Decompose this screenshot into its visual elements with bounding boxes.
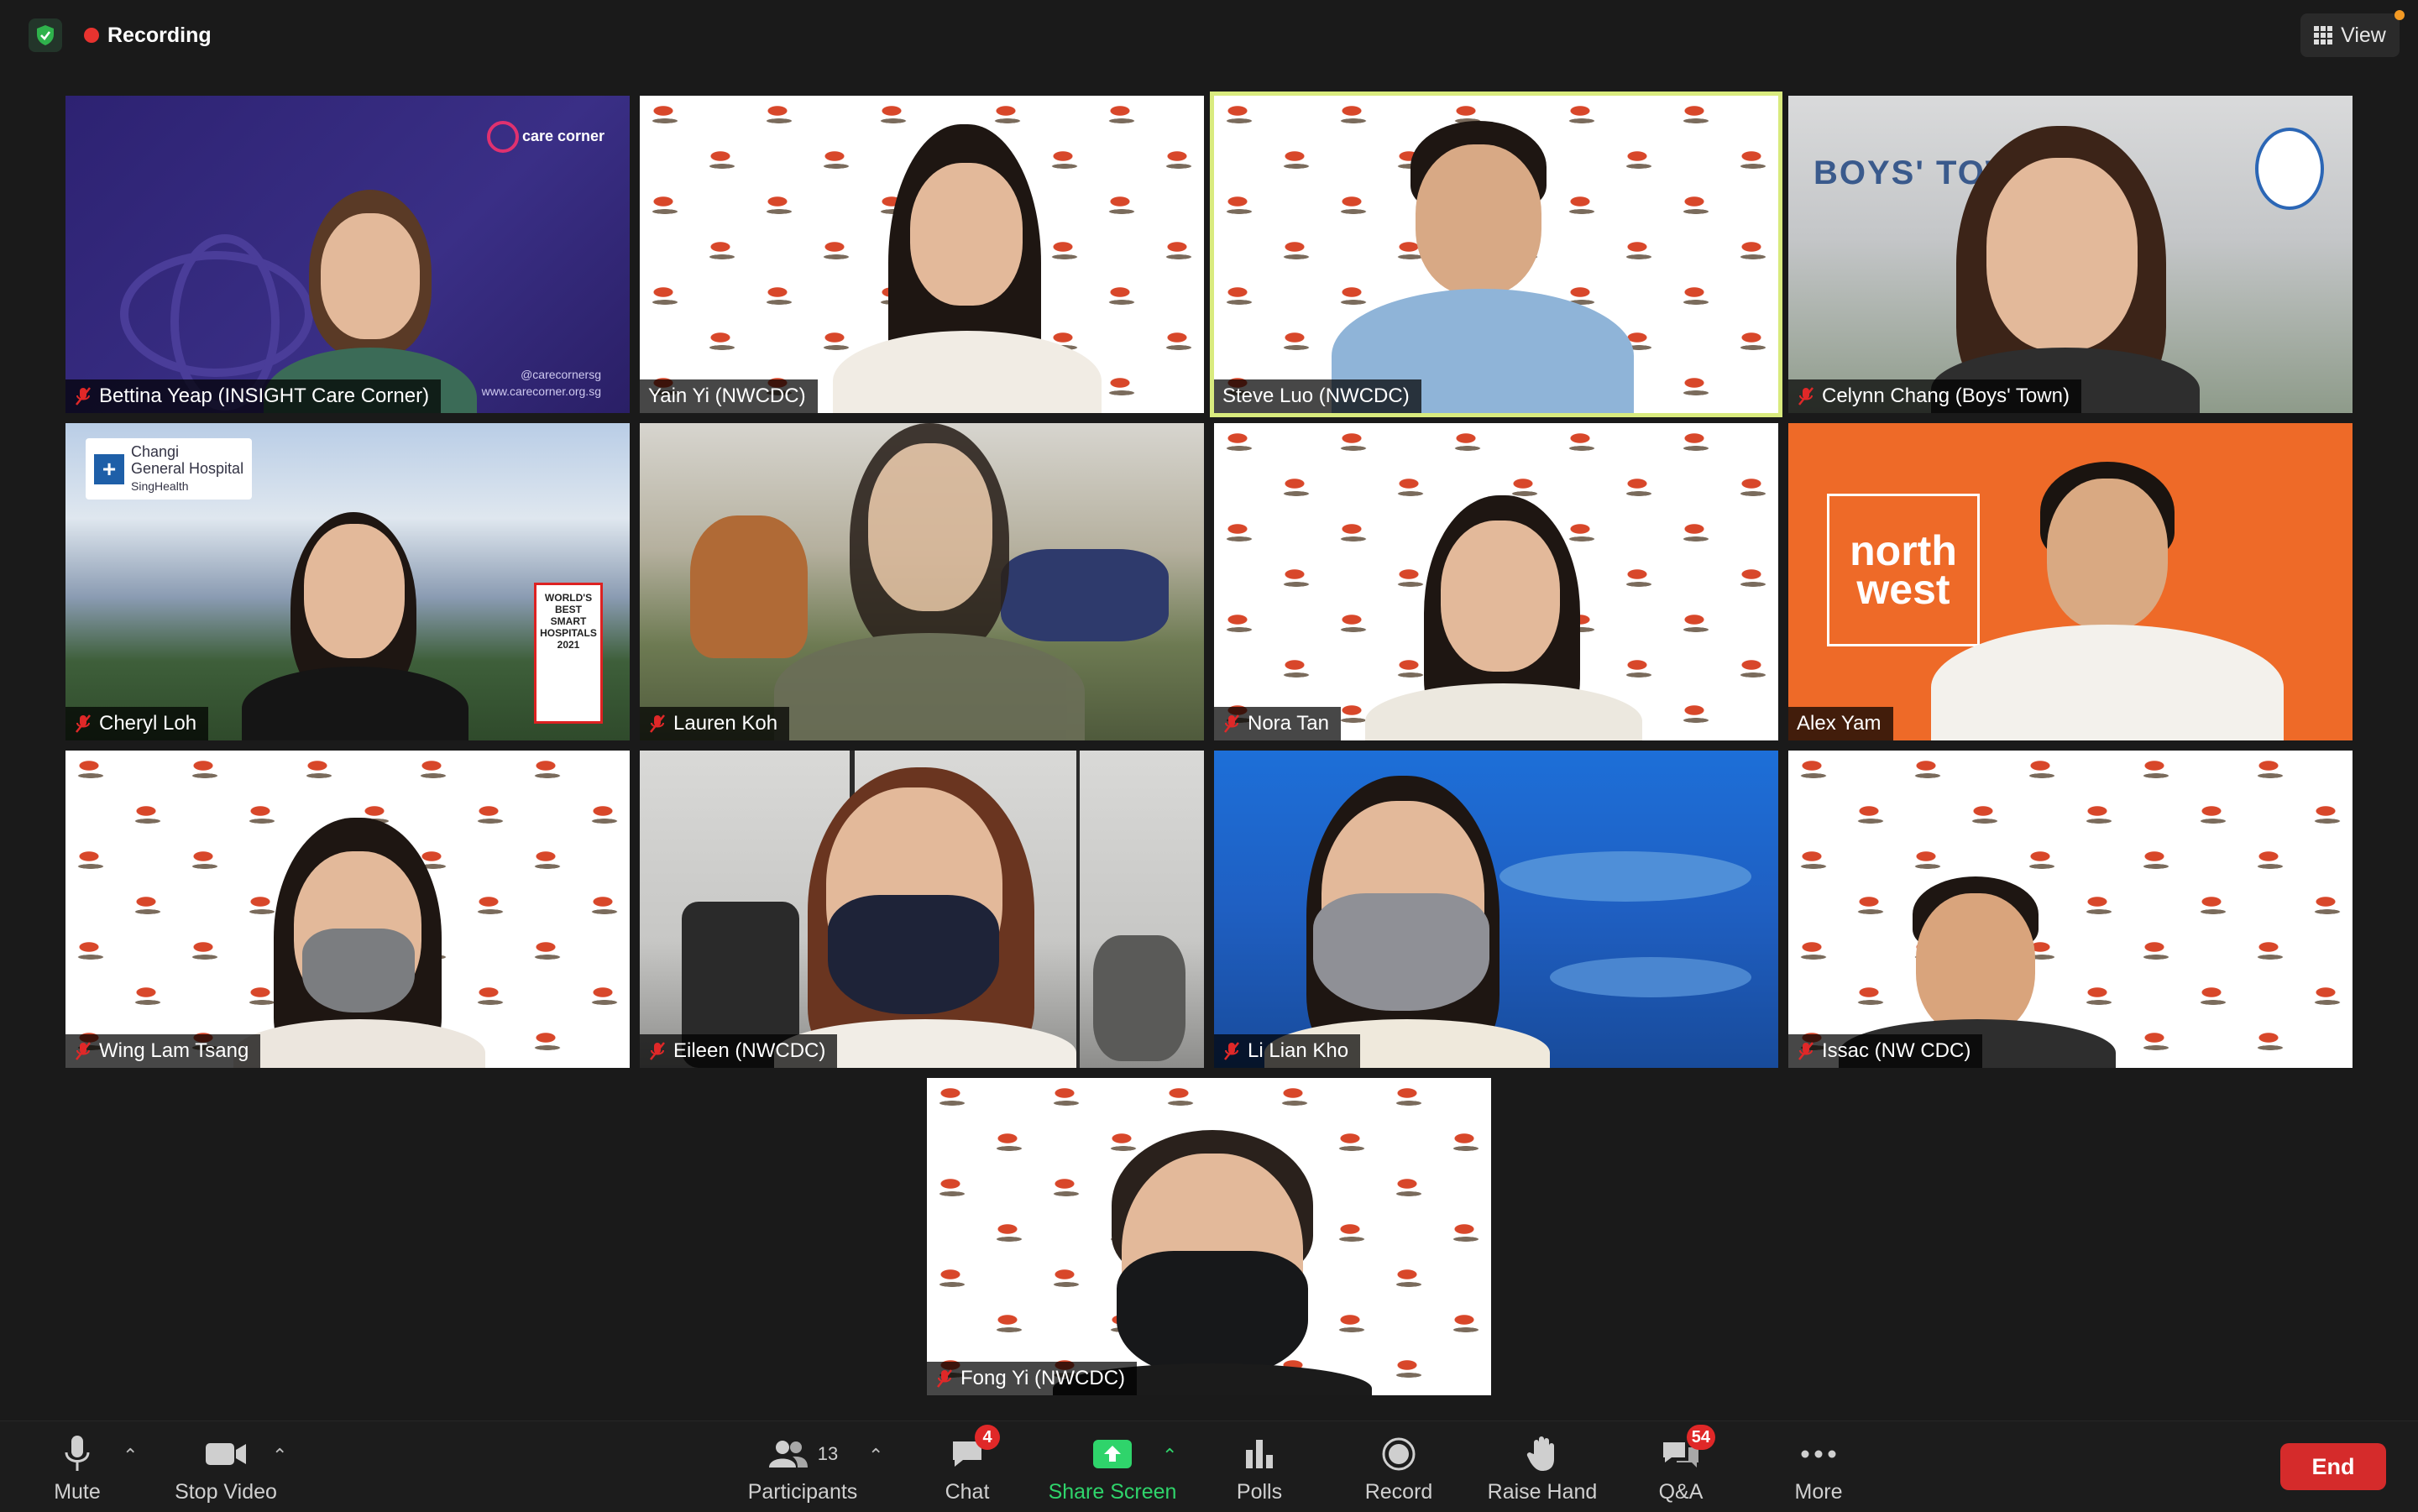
share-screen-button[interactable]: Share Screen: [1043, 1421, 1182, 1512]
video-tile[interactable]: Eileen (NWCDC): [640, 751, 1204, 1068]
qa-icon: 54: [1662, 1425, 1715, 1477]
participant-name-label: Nora Tan: [1214, 707, 1341, 740]
video-tile-active-speaker[interactable]: Steve Luo (NWCDC): [1210, 92, 1782, 417]
record-label: Record: [1364, 1480, 1433, 1504]
video-tile[interactable]: Yain Yi (NWCDC): [640, 96, 1204, 413]
participant-name-label: Cheryl Loh: [65, 707, 209, 740]
participant-name-label: Wing Lam Tsang: [65, 1034, 261, 1068]
video-tile[interactable]: Fong Yi (NWCDC): [927, 1078, 1491, 1395]
share-options-caret-icon[interactable]: ⌃: [1162, 1445, 1177, 1467]
video-tile[interactable]: Li Lian Kho: [1214, 751, 1778, 1068]
hospital-award-badge: WORLD'S BEST SMART HOSPITALS 2021: [534, 583, 603, 724]
more-button[interactable]: More: [1785, 1421, 1852, 1512]
participants-count: 13: [817, 1443, 839, 1464]
face-mask-icon: [1117, 1251, 1308, 1377]
face-mask-icon: [1313, 893, 1489, 1011]
meeting-top-bar: Recording View: [0, 0, 2418, 71]
security-shield-icon[interactable]: [29, 18, 62, 52]
participants-label: Participants: [747, 1480, 858, 1504]
notification-dot-icon: [2394, 10, 2405, 20]
more-dots-icon: [1800, 1431, 1837, 1477]
raise-hand-icon: [1526, 1431, 1559, 1477]
video-tile[interactable]: Issac (NW CDC): [1788, 751, 2353, 1068]
participant-name-label: Lauren Koh: [640, 707, 790, 740]
video-tile[interactable]: Nora Tan: [1214, 423, 1778, 740]
participant-name-label: Li Lian Kho: [1214, 1034, 1361, 1068]
horse-blanket-icon: [1001, 549, 1169, 641]
chat-button[interactable]: 4 Chat: [934, 1421, 1001, 1512]
face-mask-icon: [302, 929, 415, 1012]
qa-label: Q&A: [1658, 1480, 1704, 1504]
muted-mic-icon: [74, 1041, 92, 1061]
polls-button[interactable]: Polls: [1227, 1421, 1291, 1512]
boys-town-logo-icon: [2255, 128, 2324, 210]
mute-label: Mute: [54, 1480, 101, 1504]
recording-label: Recording: [107, 23, 212, 47]
care-corner-footer: @carecornersg www.carecorner.org.sg: [481, 368, 601, 398]
muted-mic-icon: [74, 386, 92, 406]
chat-unread-badge: 4: [975, 1425, 1000, 1450]
audio-options-caret-icon[interactable]: ⌃: [123, 1445, 138, 1467]
muted-mic-icon: [648, 714, 667, 734]
participant-name-label: Celynn Chang (Boys' Town): [1788, 379, 2081, 413]
muted-mic-icon: [74, 714, 92, 734]
microphone-icon: [63, 1431, 92, 1477]
raise-hand-button[interactable]: Raise Hand: [1486, 1421, 1599, 1512]
participant-name-label: Bettina Yeap (INSIGHT Care Corner): [65, 379, 442, 413]
end-meeting-button[interactable]: End: [2280, 1443, 2386, 1490]
changi-hospital-logo: +Changi General Hospital SingHealth: [86, 438, 253, 500]
raise-hand-label: Raise Hand: [1487, 1480, 1598, 1504]
muted-mic-icon: [1222, 1041, 1241, 1061]
office-chair-icon: [1093, 935, 1185, 1061]
participant-name-label: Alex Yam: [1788, 707, 1893, 740]
participants-icon: 13: [767, 1431, 838, 1477]
muted-mic-icon: [1222, 714, 1241, 734]
video-tile[interactable]: +Changi General Hospital SingHealth WORLD'…: [65, 423, 630, 740]
video-tile[interactable]: BOYS' TOWN Celynn Chang (Boys' Town): [1788, 96, 2353, 413]
polls-icon: [1243, 1431, 1276, 1477]
qa-button[interactable]: 54 Q&A: [1649, 1421, 1715, 1512]
care-corner-logo: care corner: [486, 121, 604, 153]
video-tile[interactable]: Wing Lam Tsang: [65, 751, 630, 1068]
fish-background-icon: [1483, 851, 1751, 997]
more-label: More: [1794, 1480, 1843, 1504]
recording-dot-icon: [84, 28, 99, 43]
muted-mic-icon: [648, 1041, 667, 1061]
qa-unread-badge: 54: [1686, 1425, 1715, 1450]
participants-button[interactable]: 13 Participants: [742, 1421, 863, 1512]
share-screen-label: Share Screen: [1048, 1480, 1177, 1504]
participant-name-label: Yain Yi (NWCDC): [640, 379, 818, 413]
polls-label: Polls: [1236, 1480, 1283, 1504]
video-tile[interactable]: Lauren Koh: [640, 423, 1204, 740]
record-icon: [1381, 1431, 1416, 1477]
northwest-logo: north west: [1827, 494, 1980, 646]
face-mask-icon: [828, 895, 999, 1014]
participant-name-label: Steve Luo (NWCDC): [1214, 379, 1421, 413]
grid-view-icon: [2314, 26, 2333, 44]
video-options-caret-icon[interactable]: ⌃: [272, 1445, 287, 1467]
video-tile[interactable]: north west Alex Yam: [1788, 423, 2353, 740]
participant-name-label: Fong Yi (NWCDC): [927, 1362, 1138, 1395]
stop-video-label: Stop Video: [175, 1480, 277, 1504]
view-button[interactable]: View: [2300, 13, 2400, 57]
record-button[interactable]: Record: [1360, 1421, 1437, 1512]
horse-background-icon: [690, 515, 808, 658]
mute-button[interactable]: Mute: [44, 1421, 111, 1512]
participant-name-label: Eileen (NWCDC): [640, 1034, 838, 1068]
participant-name-label: Issac (NW CDC): [1788, 1034, 1983, 1068]
muted-mic-icon: [935, 1368, 954, 1389]
stop-video-button[interactable]: Stop Video: [171, 1421, 280, 1512]
view-button-label: View: [2341, 23, 2386, 47]
video-camera-icon: [204, 1431, 248, 1477]
recording-indicator[interactable]: Recording: [84, 18, 212, 52]
chat-icon: 4: [950, 1425, 1000, 1477]
muted-mic-icon: [1797, 1041, 1815, 1061]
chat-label: Chat: [945, 1480, 990, 1504]
meeting-toolbar: Mute ⌃ Stop Video ⌃ 13 Participants ⌃ 4 …: [0, 1420, 2418, 1512]
participants-options-caret-icon[interactable]: ⌃: [868, 1445, 883, 1467]
video-tile[interactable]: care corner @carecornersg www.carecorner.…: [65, 96, 630, 413]
share-screen-icon: [1091, 1431, 1133, 1477]
muted-mic-icon: [1797, 386, 1815, 406]
